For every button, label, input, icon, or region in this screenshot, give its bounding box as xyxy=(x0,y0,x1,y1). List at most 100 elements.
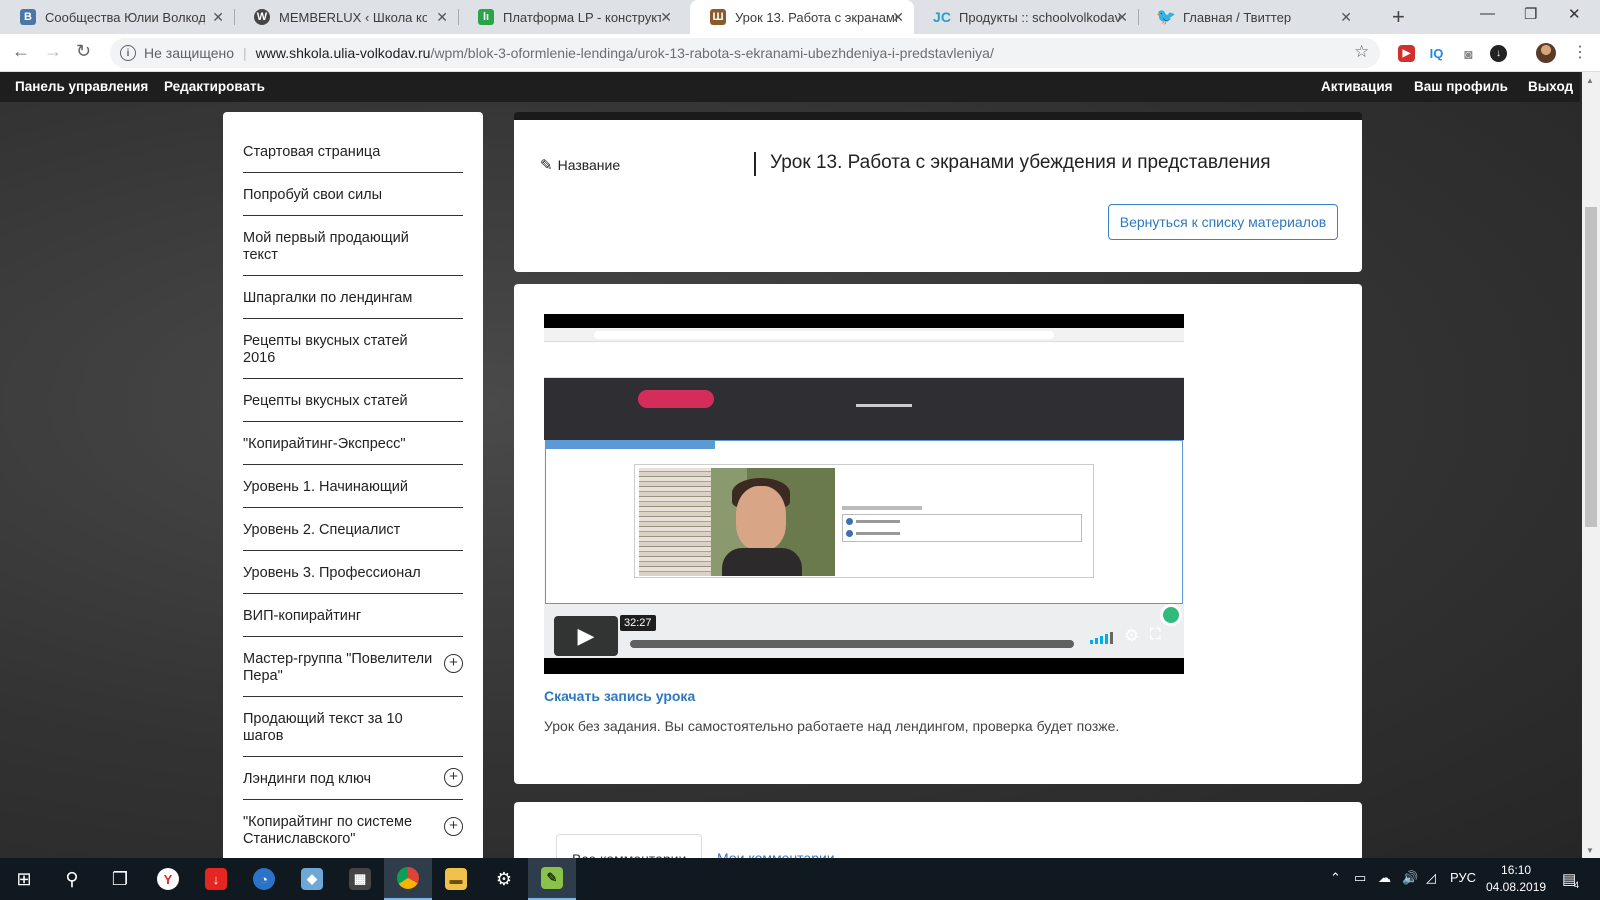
sidebar-item[interactable]: ВИП-копирайтинг xyxy=(243,594,463,637)
wordpress-icon: W xyxy=(254,9,270,25)
camera-icon[interactable]: ◙ xyxy=(1460,45,1477,62)
calculator-icon[interactable]: ▦ xyxy=(336,858,384,900)
play-button[interactable]: ▶ xyxy=(554,616,618,656)
reload-icon[interactable]: ↻ xyxy=(76,41,91,62)
lesson-video-card: ▶ 32:27 ⚙ ⛶ Скачать запись урока Урок бе… xyxy=(514,284,1362,784)
language-indicator[interactable]: РУС xyxy=(1450,870,1476,885)
restore-icon[interactable]: ❐ xyxy=(1524,5,1537,23)
expand-plus-icon[interactable]: + xyxy=(444,654,463,673)
menu-icon[interactable]: ⋮ xyxy=(1572,42,1588,62)
scroll-down-icon[interactable]: ▼ xyxy=(1586,846,1594,855)
activation-link[interactable]: Активация xyxy=(1321,79,1393,94)
download-manager-icon[interactable]: ↓ xyxy=(192,858,240,900)
bookmark-star-icon[interactable]: ☆ xyxy=(1354,42,1369,62)
sidebar-item[interactable]: Продающий текст за 10 шагов xyxy=(243,697,463,757)
sidebar-item-label: Попробуй свои силы xyxy=(243,187,383,203)
dashboard-link[interactable]: Панель управления xyxy=(15,79,148,94)
video-progress-bar[interactable] xyxy=(630,640,1074,648)
power-icon[interactable]: ▭ xyxy=(1354,870,1366,886)
taskbar-clock[interactable]: 16:10 04.08.2019 xyxy=(1486,862,1546,896)
clock-date: 04.08.2019 xyxy=(1486,880,1547,894)
sidebar-item[interactable]: Попробуй свои силы xyxy=(243,173,463,216)
download-recording-link[interactable]: Скачать запись урока xyxy=(544,688,695,704)
profile-link[interactable]: Ваш профиль xyxy=(1414,79,1508,94)
close-tab-icon[interactable]: ✕ xyxy=(1340,9,1352,26)
justclick-icon: JC xyxy=(933,9,951,25)
tray-expand-icon[interactable]: ⌃ xyxy=(1330,870,1341,886)
page-scrollbar[interactable]: ▲ ▼ xyxy=(1582,72,1600,858)
start-button[interactable]: ⊞ xyxy=(0,858,48,900)
close-tab-icon[interactable]: ✕ xyxy=(212,9,224,26)
sidebar-item[interactable]: Уровень 3. Профессионал xyxy=(243,551,463,594)
sidebar-item[interactable]: Уровень 2. Специалист xyxy=(243,508,463,551)
task-view-icon[interactable]: ❐ xyxy=(96,858,144,900)
yandex-browser-icon[interactable]: Y xyxy=(144,858,192,900)
volume-tray-icon[interactable]: 🔊 xyxy=(1402,870,1418,886)
sidebar-item[interactable]: Мой первый продающий текст xyxy=(243,216,463,276)
search-icon[interactable]: ⚲ xyxy=(48,858,96,900)
vk-icon: В xyxy=(20,9,36,25)
browser-tab[interactable]: В Сообщества Юлии Волкодав ✕ xyxy=(0,0,234,34)
expand-plus-icon[interactable]: + xyxy=(444,817,463,836)
security-status: Не защищено xyxy=(144,45,234,61)
back-icon[interactable]: ← xyxy=(12,41,30,62)
chrome-icon[interactable] xyxy=(384,858,432,900)
expand-plus-icon[interactable]: + xyxy=(444,768,463,787)
video-player[interactable]: ▶ 32:27 ⚙ ⛶ xyxy=(544,314,1184,674)
close-window-icon[interactable]: ✕ xyxy=(1568,5,1581,23)
sidebar-item[interactable]: Уровень 1. Начинающий xyxy=(243,465,463,508)
video-list-box xyxy=(842,514,1082,542)
sidebar-item[interactable]: Лэндинги под ключ + xyxy=(243,757,463,800)
file-explorer-icon[interactable]: ▬ xyxy=(432,858,480,900)
scrollbar-thumb[interactable] xyxy=(1585,207,1597,527)
video-extension-icon[interactable]: ▶ xyxy=(1398,45,1415,62)
sidebar-item[interactable]: Мастер-группа "Повелители Пера" + xyxy=(243,637,463,697)
video-list-bullet xyxy=(846,518,853,525)
settings-gear-icon[interactable]: ⚙ xyxy=(1124,626,1139,646)
profile-avatar[interactable] xyxy=(1536,43,1556,63)
onedrive-icon[interactable]: ☁ xyxy=(1378,870,1391,886)
browser-tab-active[interactable]: Ш Урок 13. Работа с экранами убеждения ✕ xyxy=(690,0,914,34)
info-icon[interactable]: i xyxy=(120,45,136,61)
download-extension-icon[interactable]: ↓ xyxy=(1490,45,1507,62)
scroll-up-icon[interactable]: ▲ xyxy=(1586,76,1594,85)
browser-tab[interactable]: lı Платформа LP - конструктор лендингов … xyxy=(458,0,682,34)
video-frame xyxy=(544,328,1184,658)
close-tab-icon[interactable]: ✕ xyxy=(660,9,672,26)
browser-tab[interactable]: W MEMBERLUX ‹ Школа копирайтинга ✕ xyxy=(234,0,458,34)
sidebar-item[interactable]: Рецепты вкусных статей 2016 xyxy=(243,319,463,379)
app-icon[interactable]: ◔ xyxy=(240,858,288,900)
forward-icon[interactable]: → xyxy=(44,41,62,62)
app-icon[interactable]: ◆ xyxy=(288,858,336,900)
video-editor-toolbar xyxy=(544,342,1184,378)
logout-link[interactable]: Выход xyxy=(1528,79,1573,94)
new-tab-icon[interactable]: + xyxy=(1392,4,1405,30)
sidebar-item[interactable]: Стартовая страница xyxy=(243,130,463,173)
iq-extension-icon[interactable]: IQ xyxy=(1428,45,1445,62)
video-browser-bar xyxy=(544,328,1184,342)
browser-tab[interactable]: 🐦 Главная / Твиттер ✕ xyxy=(1138,0,1362,34)
sidebar-item[interactable]: Рецепты вкусных статей xyxy=(243,379,463,422)
sidebar-item[interactable]: Шпаргалки по лендингам xyxy=(243,276,463,319)
back-to-materials-button[interactable]: Вернуться к списку материалов xyxy=(1108,204,1338,240)
video-dark-section xyxy=(544,378,1184,440)
browser-tab[interactable]: JC Продукты :: schoolvolkodav :: JustCli… xyxy=(914,0,1138,34)
volume-icon[interactable] xyxy=(1090,632,1113,644)
tab-my-comments[interactable]: Мои комментарии xyxy=(702,834,850,858)
close-tab-icon[interactable]: ✕ xyxy=(436,9,448,26)
close-tab-icon[interactable]: ✕ xyxy=(1116,9,1128,26)
network-icon[interactable]: ◿ xyxy=(1426,870,1436,886)
app-icon[interactable]: ✎ xyxy=(528,858,576,900)
sidebar-item[interactable]: "Копирайтинг по системе Станиславского" + xyxy=(243,800,463,858)
fullscreen-icon[interactable]: ⛶ xyxy=(1150,626,1161,643)
sidebar-item[interactable]: "Копирайтинг-Экспресс" xyxy=(243,422,463,465)
address-bar[interactable]: i Не защищено | www.shkola.ulia-volkodav… xyxy=(110,38,1380,68)
close-tab-icon[interactable]: ✕ xyxy=(892,9,904,26)
sidebar-item-label: Мастер-группа "Повелители Пера" xyxy=(243,651,433,684)
tab-title: MEMBERLUX ‹ Школа копирайтинга xyxy=(279,9,427,25)
settings-icon[interactable]: ⚙ xyxy=(480,858,528,900)
sidebar-item-label: "Копирайтинг по системе Станиславского" xyxy=(243,814,413,847)
edit-link[interactable]: Редактировать xyxy=(164,79,265,94)
tab-all-comments[interactable]: Все комментарии xyxy=(556,834,703,858)
minimize-icon[interactable]: — xyxy=(1480,5,1495,22)
